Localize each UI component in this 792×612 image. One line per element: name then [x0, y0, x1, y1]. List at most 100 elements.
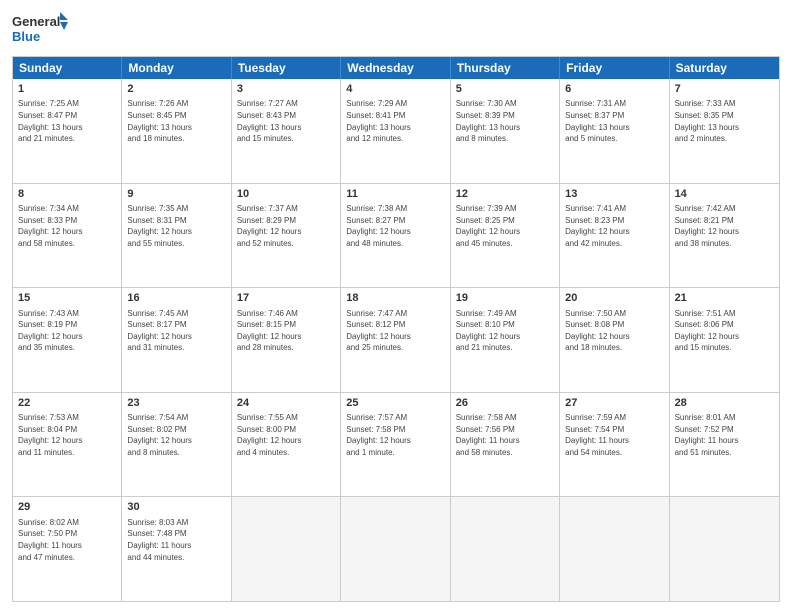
week-row-3: 15 Sunrise: 7:43 AM Sunset: 8:19 PM Dayli… [13, 287, 779, 392]
day-5: 5Sunrise: 7:30 AM Sunset: 8:39 PM Daylig… [451, 79, 560, 183]
day-12: 12Sunrise: 7:39 AM Sunset: 8:25 PM Dayli… [451, 184, 560, 288]
logo: General Blue [12, 10, 72, 48]
day-9: 9Sunrise: 7:35 AM Sunset: 8:31 PM Daylig… [122, 184, 231, 288]
day-number-2: 2 [127, 82, 225, 97]
day-25: 25Sunrise: 7:57 AM Sunset: 7:58 PM Dayli… [341, 393, 450, 497]
header-thursday: Thursday [451, 57, 560, 79]
day-info-7: Sunrise: 7:33 AM Sunset: 8:35 PM Dayligh… [675, 98, 774, 144]
day-17: 17 Sunrise: 7:46 AM Sunset: 8:15 PM Dayli… [232, 288, 341, 392]
day-info-21: Sunrise: 7:51 AM Sunset: 8:06 PM Dayligh… [675, 308, 774, 354]
day-number-26: 26 [456, 396, 554, 411]
day-info-22: Sunrise: 7:53 AM Sunset: 8:04 PM Dayligh… [18, 412, 116, 458]
day-number-8: 8 [18, 187, 116, 202]
day-info-4: Sunrise: 7:29 AM Sunset: 8:41 PM Dayligh… [346, 98, 444, 144]
day-3: 3Sunrise: 7:27 AM Sunset: 8:43 PM Daylig… [232, 79, 341, 183]
day-number-7: 7 [675, 82, 774, 97]
day-22: 22Sunrise: 7:53 AM Sunset: 8:04 PM Dayli… [13, 393, 122, 497]
day-info-14: Sunrise: 7:42 AM Sunset: 8:21 PM Dayligh… [675, 203, 774, 249]
day-info-13: Sunrise: 7:41 AM Sunset: 8:23 PM Dayligh… [565, 203, 663, 249]
page: General Blue Sunday Monday Tuesday Wedne… [0, 0, 792, 612]
day-info-8: Sunrise: 7:34 AM Sunset: 8:33 PM Dayligh… [18, 203, 116, 249]
day-18: 18 Sunrise: 7:47 AM Sunset: 8:12 PM Dayli… [341, 288, 450, 392]
header-friday: Friday [560, 57, 669, 79]
day-info-27: Sunrise: 7:59 AM Sunset: 7:54 PM Dayligh… [565, 412, 663, 458]
day-6: 6Sunrise: 7:31 AM Sunset: 8:37 PM Daylig… [560, 79, 669, 183]
day-number-24: 24 [237, 396, 335, 411]
day-14: 14Sunrise: 7:42 AM Sunset: 8:21 PM Dayli… [670, 184, 779, 288]
day-27: 27Sunrise: 7:59 AM Sunset: 7:54 PM Dayli… [560, 393, 669, 497]
day-2: 2Sunrise: 7:26 AM Sunset: 8:45 PM Daylig… [122, 79, 231, 183]
day-number-15: 15 [18, 291, 116, 306]
day-number-11: 11 [346, 187, 444, 202]
day-number-23: 23 [127, 396, 225, 411]
day-16: 16 Sunrise: 7:45 AM Sunset: 8:17 PM Dayli… [122, 288, 231, 392]
empty-cell [232, 497, 341, 601]
day-number-5: 5 [456, 82, 554, 97]
day-number-14: 14 [675, 187, 774, 202]
header-monday: Monday [122, 57, 231, 79]
day-info-15: Sunrise: 7:43 AM Sunset: 8:19 PM Dayligh… [18, 308, 116, 354]
day-number-3: 3 [237, 82, 335, 97]
day-number-29: 29 [18, 500, 116, 515]
day-info-3: Sunrise: 7:27 AM Sunset: 8:43 PM Dayligh… [237, 98, 335, 144]
day-number-9: 9 [127, 187, 225, 202]
day-info-16: Sunrise: 7:45 AM Sunset: 8:17 PM Dayligh… [127, 308, 225, 354]
week-row-4: 22Sunrise: 7:53 AM Sunset: 8:04 PM Dayli… [13, 392, 779, 497]
day-info-17: Sunrise: 7:46 AM Sunset: 8:15 PM Dayligh… [237, 308, 335, 354]
day-number-18: 18 [346, 291, 444, 306]
week-row-2: 8Sunrise: 7:34 AM Sunset: 8:33 PM Daylig… [13, 183, 779, 288]
day-23: 23Sunrise: 7:54 AM Sunset: 8:02 PM Dayli… [122, 393, 231, 497]
day-info-29: Sunrise: 8:02 AM Sunset: 7:50 PM Dayligh… [18, 517, 116, 563]
day-number-13: 13 [565, 187, 663, 202]
day-number-27: 27 [565, 396, 663, 411]
day-19: 19 Sunrise: 7:49 AM Sunset: 8:10 PM Dayli… [451, 288, 560, 392]
week-row-1: 1Sunrise: 7:25 AM Sunset: 8:47 PM Daylig… [13, 79, 779, 183]
day-10: 10Sunrise: 7:37 AM Sunset: 8:29 PM Dayli… [232, 184, 341, 288]
empty-cell [451, 497, 560, 601]
day-1: 1Sunrise: 7:25 AM Sunset: 8:47 PM Daylig… [13, 79, 122, 183]
day-number-17: 17 [237, 291, 335, 306]
day-number-28: 28 [675, 396, 774, 411]
day-number-16: 16 [127, 291, 225, 306]
day-number-21: 21 [675, 291, 774, 306]
day-info-6: Sunrise: 7:31 AM Sunset: 8:37 PM Dayligh… [565, 98, 663, 144]
empty-cell [560, 497, 669, 601]
day-info-19: Sunrise: 7:49 AM Sunset: 8:10 PM Dayligh… [456, 308, 554, 354]
day-21: 21 Sunrise: 7:51 AM Sunset: 8:06 PM Dayli… [670, 288, 779, 392]
empty-cell [670, 497, 779, 601]
svg-text:General: General [12, 14, 60, 29]
day-info-10: Sunrise: 7:37 AM Sunset: 8:29 PM Dayligh… [237, 203, 335, 249]
day-20: 20Sunrise: 7:50 AM Sunset: 8:08 PM Dayli… [560, 288, 669, 392]
day-24: 24Sunrise: 7:55 AM Sunset: 8:00 PM Dayli… [232, 393, 341, 497]
header-wednesday: Wednesday [341, 57, 450, 79]
day-4: 4Sunrise: 7:29 AM Sunset: 8:41 PM Daylig… [341, 79, 450, 183]
calendar-header: Sunday Monday Tuesday Wednesday Thursday… [13, 57, 779, 79]
day-13: 13Sunrise: 7:41 AM Sunset: 8:23 PM Dayli… [560, 184, 669, 288]
header-saturday: Saturday [670, 57, 779, 79]
day-number-12: 12 [456, 187, 554, 202]
day-info-9: Sunrise: 7:35 AM Sunset: 8:31 PM Dayligh… [127, 203, 225, 249]
day-30: 30 Sunrise: 8:03 AM Sunset: 7:48 PM Dayli… [122, 497, 231, 601]
day-15: 15 Sunrise: 7:43 AM Sunset: 8:19 PM Dayli… [13, 288, 122, 392]
day-number-22: 22 [18, 396, 116, 411]
day-info-30: Sunrise: 8:03 AM Sunset: 7:48 PM Dayligh… [127, 517, 225, 563]
day-number-1: 1 [18, 82, 116, 97]
day-info-23: Sunrise: 7:54 AM Sunset: 8:02 PM Dayligh… [127, 412, 225, 458]
day-7: 7Sunrise: 7:33 AM Sunset: 8:35 PM Daylig… [670, 79, 779, 183]
day-number-30: 30 [127, 500, 225, 515]
day-info-2: Sunrise: 7:26 AM Sunset: 8:45 PM Dayligh… [127, 98, 225, 144]
day-info-1: Sunrise: 7:25 AM Sunset: 8:47 PM Dayligh… [18, 98, 116, 144]
day-number-25: 25 [346, 396, 444, 411]
header: General Blue [12, 10, 780, 48]
day-info-18: Sunrise: 7:47 AM Sunset: 8:12 PM Dayligh… [346, 308, 444, 354]
calendar: Sunday Monday Tuesday Wednesday Thursday… [12, 56, 780, 602]
calendar-body: 1Sunrise: 7:25 AM Sunset: 8:47 PM Daylig… [13, 79, 779, 601]
day-number-19: 19 [456, 291, 554, 306]
day-29: 29 Sunrise: 8:02 AM Sunset: 7:50 PM Dayli… [13, 497, 122, 601]
day-info-12: Sunrise: 7:39 AM Sunset: 8:25 PM Dayligh… [456, 203, 554, 249]
day-number-6: 6 [565, 82, 663, 97]
day-info-11: Sunrise: 7:38 AM Sunset: 8:27 PM Dayligh… [346, 203, 444, 249]
day-info-5: Sunrise: 7:30 AM Sunset: 8:39 PM Dayligh… [456, 98, 554, 144]
week-row-5: 29 Sunrise: 8:02 AM Sunset: 7:50 PM Dayli… [13, 496, 779, 601]
day-info-20: Sunrise: 7:50 AM Sunset: 8:08 PM Dayligh… [565, 308, 663, 354]
